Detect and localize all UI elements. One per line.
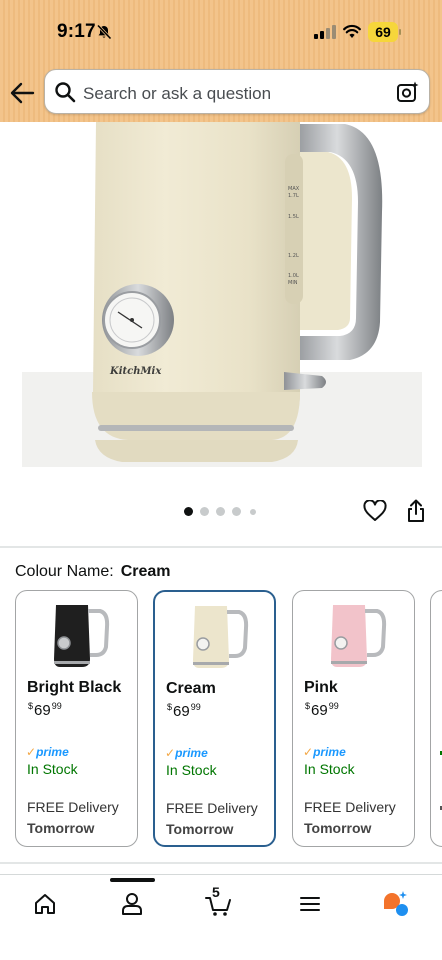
cart-count: 5 <box>212 884 220 900</box>
heart-icon[interactable] <box>363 500 387 522</box>
prime-badge: ✓prime <box>303 745 346 759</box>
colour-option-name: Pink <box>304 679 338 696</box>
delivery-label: FREE Delivery <box>304 799 396 815</box>
menu-icon[interactable] <box>295 889 325 919</box>
colour-option-pink[interactable]: Pink $6999 ✓prime In Stock FREE Delivery… <box>292 590 415 847</box>
account-icon[interactable] <box>117 889 147 919</box>
colour-option-bright-black[interactable]: Bright Black $6999 ✓prime In Stock FREE … <box>15 590 138 847</box>
price: $6999 <box>28 701 62 719</box>
arrow-left-icon[interactable] <box>8 80 36 106</box>
share-icon[interactable] <box>406 499 426 523</box>
cart-button[interactable]: 5 <box>204 884 234 919</box>
svg-text:1.7L: 1.7L <box>288 193 299 199</box>
kettle-thumbnail-black <box>54 605 110 667</box>
battery-icon: 69 <box>368 22 402 42</box>
carousel-dot[interactable] <box>200 507 209 516</box>
svg-text:1.2L: 1.2L <box>288 253 299 259</box>
section-divider <box>0 546 442 548</box>
camera-lens-icon[interactable] <box>396 80 420 104</box>
search-icon <box>55 82 76 103</box>
kettle-thumbnail-cream <box>193 606 249 668</box>
kettle-thumbnail-pink <box>331 605 387 667</box>
wifi-icon <box>343 24 361 38</box>
colour-option-name: Cream <box>166 680 216 697</box>
search-bar[interactable]: Search or ask a question <box>44 69 430 114</box>
svg-text:MIN: MIN <box>288 280 298 286</box>
kettle-brand-text: KitchMix <box>109 366 162 377</box>
section-divider <box>0 862 442 864</box>
carousel-dot[interactable] <box>232 507 241 516</box>
carousel-dot[interactable] <box>216 507 225 516</box>
bottom-navigation: 5 <box>0 874 442 960</box>
top-header: 9:17 69 Search or ask a question <box>0 0 442 122</box>
svg-text:MAX: MAX <box>288 186 300 192</box>
status-time: 9:17 <box>57 21 96 42</box>
delivery-date: Tomorrow <box>304 820 372 836</box>
stock-status: In Stock <box>304 761 355 777</box>
price: $6999 <box>167 702 201 720</box>
svg-text:1.0L: 1.0L <box>288 273 299 279</box>
colour-option-cream[interactable]: Cream $6999 ✓prime In Stock FREE Deliver… <box>153 590 276 847</box>
nav-active-indicator <box>110 878 155 882</box>
kettle-illustration: MAX 1.7L 1.5L 1.2L 1.0L MIN KitchMix <box>22 122 422 467</box>
search-input[interactable]: Search or ask a question <box>83 84 271 104</box>
colour-name-label: Colour Name: Cream <box>15 563 171 580</box>
battery-level: 69 <box>368 22 398 42</box>
delivery-label: FREE Delivery <box>27 799 119 815</box>
svg-text:1.5L: 1.5L <box>288 214 299 220</box>
delivery-label: FREE Delivery <box>166 800 258 816</box>
home-icon[interactable] <box>30 889 60 919</box>
colour-selected-value: Cream <box>120 563 171 580</box>
delivery-date: Tomorrow <box>27 820 95 836</box>
colour-option-next-peek[interactable] <box>430 590 442 847</box>
carousel-dot[interactable] <box>250 509 256 515</box>
product-image[interactable]: MAX 1.7L 1.5L 1.2L 1.0L MIN KitchMix <box>0 122 442 482</box>
cellular-signal-icon <box>314 25 336 39</box>
price: $6999 <box>305 701 339 719</box>
prime-badge: ✓prime <box>165 746 208 760</box>
prime-badge: ✓prime <box>26 745 69 759</box>
delivery-date: Tomorrow <box>166 821 234 837</box>
colour-option-name: Bright Black <box>27 679 122 696</box>
carousel-dot[interactable] <box>184 507 193 516</box>
status-bar: 9:17 69 <box>0 0 442 64</box>
bell-slash-icon <box>96 24 112 40</box>
stock-status: In Stock <box>27 761 78 777</box>
rufus-assistant-icon[interactable] <box>381 889 411 919</box>
stock-status: In Stock <box>166 762 217 778</box>
